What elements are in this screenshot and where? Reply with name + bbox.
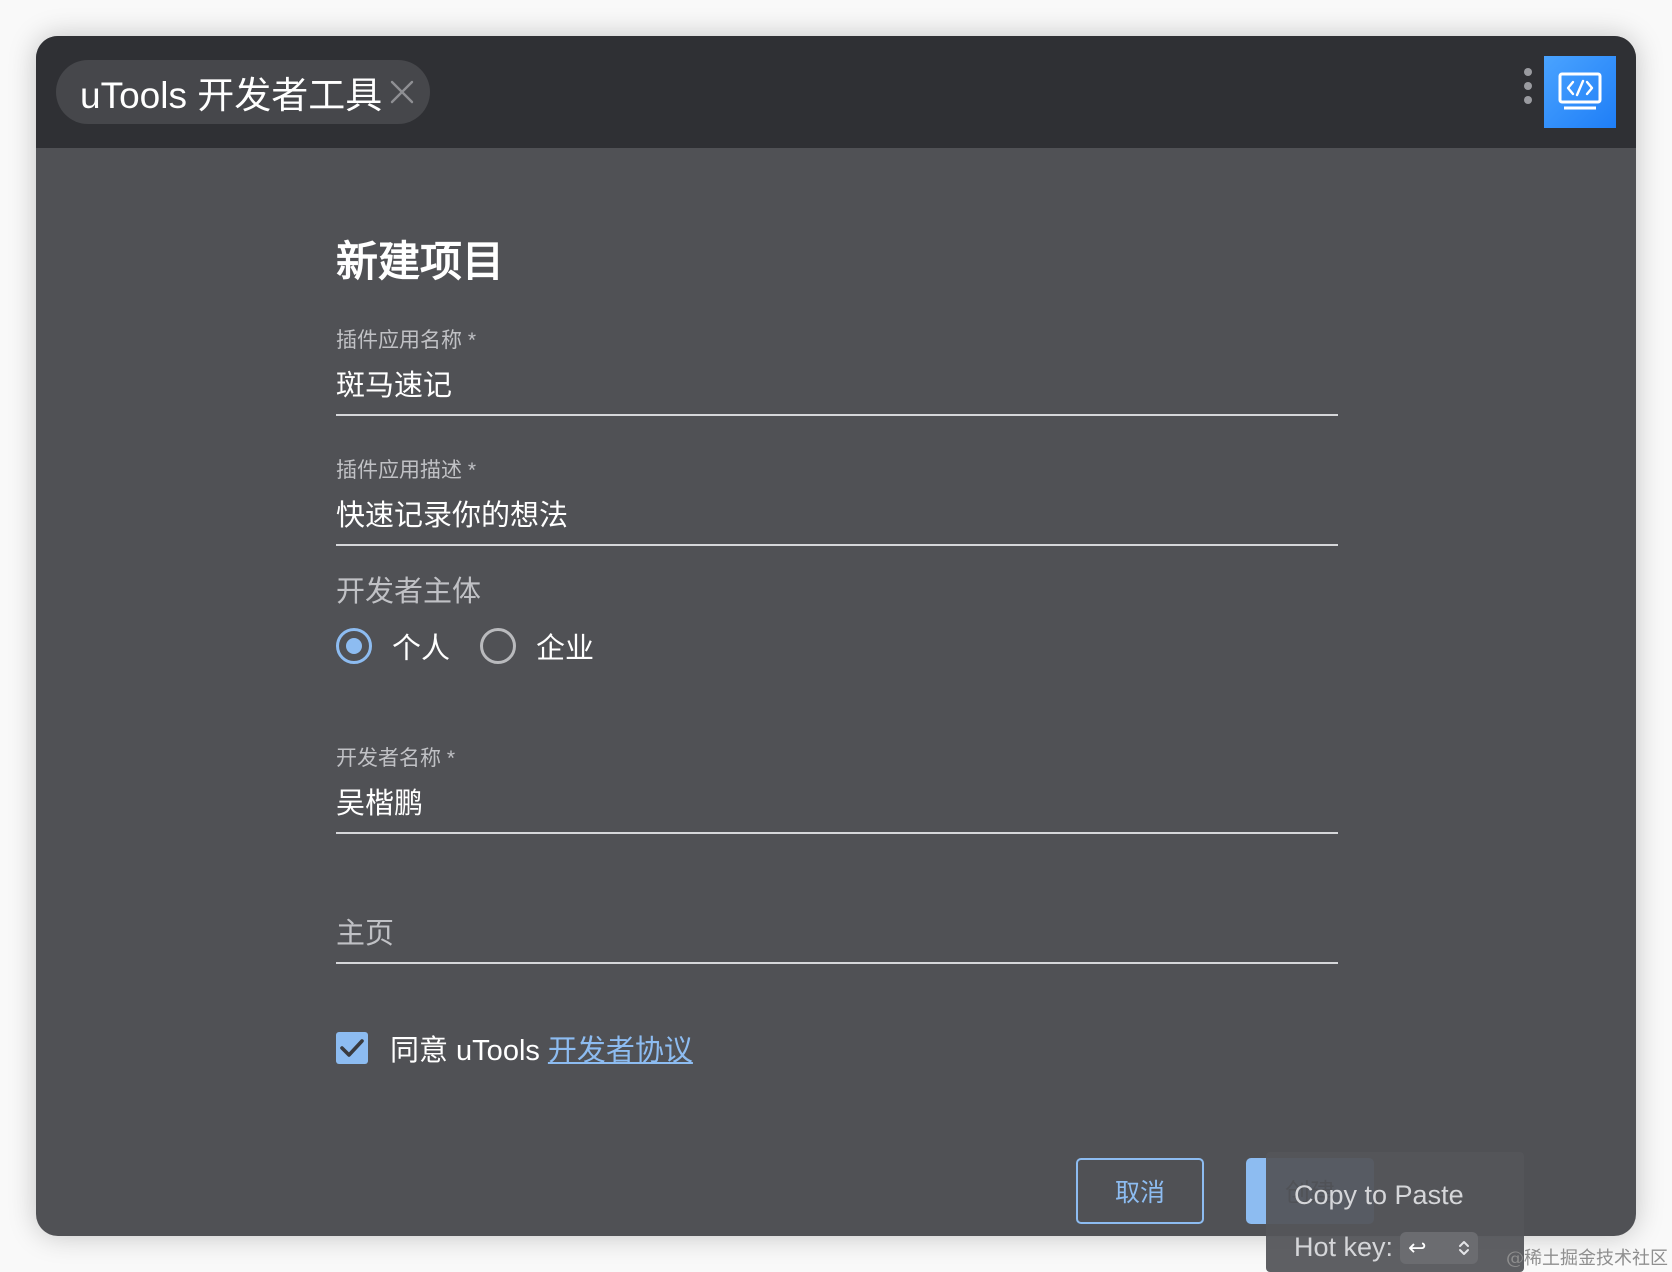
agreement-text: 同意 uTools — [390, 1035, 540, 1067]
developer-name-value[interactable]: 吴楷鹏 — [336, 780, 423, 822]
radio-individual[interactable]: 个人 — [336, 626, 450, 666]
app-tab[interactable]: uTools 开发者工具 — [56, 60, 430, 124]
homepage-placeholder[interactable]: 主页 — [336, 910, 394, 952]
plugin-description-value[interactable]: 快速记录你的想法 — [336, 492, 568, 534]
close-icon[interactable] — [388, 78, 416, 106]
agreement-checkbox[interactable] — [336, 1032, 368, 1064]
agreement-row: 同意 uTools 开发者协议 — [336, 1028, 693, 1068]
plugin-name-value[interactable]: 斑马速记 — [336, 362, 452, 404]
plugin-description-label: 插件应用描述 * — [336, 459, 477, 482]
hotkey-label: Hot key: — [1294, 1232, 1394, 1262]
cancel-button[interactable]: 取消 — [1076, 1158, 1204, 1224]
radio-enterprise[interactable]: 企业 — [480, 626, 594, 666]
copy-to-paste-popup[interactable]: Copy to Paste Hot key: ↩ — [1266, 1152, 1524, 1272]
developer-name-underline — [336, 832, 1338, 834]
radio-checked-icon[interactable] — [336, 628, 372, 664]
updown-chevron-icon — [1459, 1241, 1469, 1255]
watermark: @稀土掘金技术社区 — [1506, 1248, 1668, 1269]
checkmark-icon — [340, 1039, 364, 1057]
developer-type-label: 开发者主体 — [336, 576, 482, 608]
utools-window: uTools 开发者工具 新建项目 插件应用名称 * 斑马速记 插件应用描述 *… — [36, 36, 1636, 1236]
plugin-name-underline — [336, 414, 1338, 416]
app-tab-title: uTools 开发者工具 — [80, 75, 383, 116]
radio-individual-label: 个人 — [392, 633, 451, 665]
plugin-name-label: 插件应用名称 * — [336, 329, 477, 352]
code-window-icon[interactable] — [1544, 56, 1616, 128]
developer-name-label: 开发者名称 * — [336, 747, 456, 770]
more-vertical-icon[interactable] — [1520, 68, 1536, 112]
return-key-icon: ↩ — [1408, 1235, 1427, 1260]
hotkey-select[interactable]: ↩ — [1400, 1232, 1478, 1264]
developer-agreement-link[interactable]: 开发者协议 — [548, 1027, 693, 1069]
copy-popup-title: Copy to Paste — [1294, 1180, 1464, 1210]
plugin-description-underline — [336, 544, 1338, 546]
homepage-underline — [336, 962, 1338, 964]
page-title: 新建项目 — [336, 238, 505, 285]
radio-enterprise-label: 企业 — [536, 633, 595, 665]
radio-unchecked-icon[interactable] — [480, 628, 516, 664]
title-bar: uTools 开发者工具 — [36, 36, 1636, 148]
